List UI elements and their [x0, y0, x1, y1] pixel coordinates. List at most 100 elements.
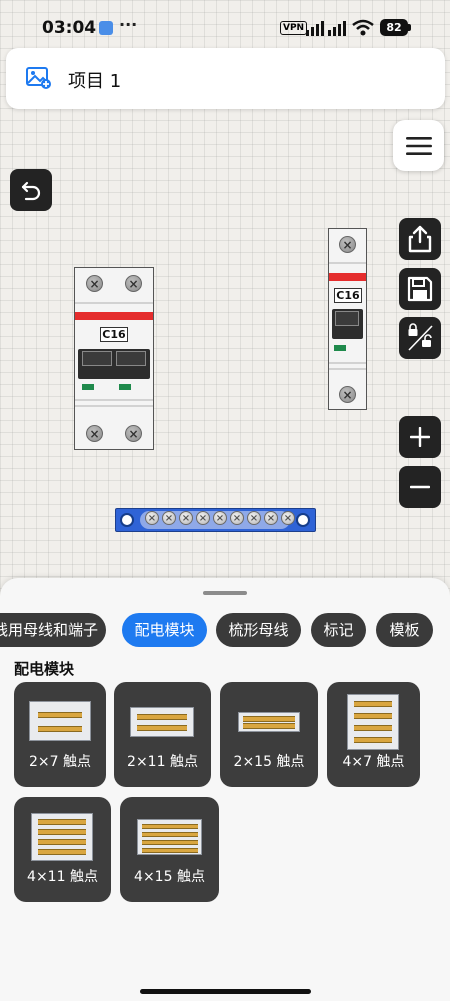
contact-row	[38, 726, 82, 732]
hamburger-menu-icon	[405, 136, 432, 155]
module-card-2x15[interactable]: 2×15 触点	[220, 682, 318, 787]
status-indicator	[119, 384, 131, 390]
terminal-screw: ×	[339, 236, 356, 253]
contact-row	[354, 701, 392, 707]
terminal-screw: ×	[86, 425, 103, 442]
contact-row	[243, 716, 295, 722]
project-title[interactable]: 项目 1	[68, 67, 121, 93]
breaker-rating: C16	[334, 288, 362, 303]
module-card-4x11[interactable]: 4×11 触点	[14, 797, 111, 902]
module-label: 2×7 触点	[29, 754, 91, 770]
tab-distribution-modules[interactable]: 配电模块	[122, 613, 207, 647]
battery-tip	[408, 24, 411, 31]
busbar-screw: ×	[264, 511, 278, 525]
terminal-screw: ×	[339, 386, 356, 403]
module-card-2x7[interactable]: 2×7 触点	[14, 682, 106, 787]
zoom-in-button[interactable]	[399, 416, 441, 458]
mounting-hole	[296, 513, 310, 527]
project-bar[interactable]: 项目 1	[6, 48, 445, 109]
undo-button[interactable]	[10, 169, 52, 211]
contact-row	[38, 829, 86, 835]
divider-line	[329, 368, 366, 370]
rating-band	[75, 312, 153, 320]
module-card-2x11[interactable]: 2×11 触点	[114, 682, 211, 787]
tab-labels[interactable]: 标记	[311, 613, 366, 647]
module-thumbnail	[347, 694, 399, 750]
save-button[interactable]	[399, 268, 441, 310]
mounting-hole	[120, 513, 134, 527]
contact-row	[137, 714, 187, 720]
terminal-screw: ×	[86, 275, 103, 292]
module-thumbnail	[238, 712, 300, 732]
busbar-screw: ×	[247, 511, 261, 525]
tab-label: 线用母线和端子	[0, 621, 98, 639]
breaker-toggle[interactable]	[332, 309, 363, 339]
contact-row	[137, 725, 187, 731]
terminal-busbar[interactable]: × × × × × × × × ×	[115, 508, 316, 532]
contact-row	[38, 712, 82, 718]
tab-busbars-terminals[interactable]: 线用母线和端子	[0, 613, 106, 647]
module-label: 2×11 触点	[127, 754, 198, 770]
terminal-screw: ×	[125, 425, 142, 442]
contact-row	[38, 849, 86, 855]
divider-line	[329, 362, 366, 364]
lock-unlock-icon	[408, 323, 433, 351]
status-time: 03:04	[42, 18, 97, 38]
module-card-4x7[interactable]: 4×7 触点	[327, 682, 420, 787]
toggle-lever	[116, 351, 146, 366]
tab-label: 梳形母线	[228, 621, 289, 639]
busbar-screw: ×	[179, 511, 193, 525]
image-add-icon[interactable]	[26, 66, 52, 90]
busbar-screw: ×	[230, 511, 244, 525]
module-label: 4×7 触点	[342, 754, 405, 770]
tab-comb-busbar[interactable]: 梳形母线	[216, 613, 301, 647]
contact-row	[38, 839, 86, 845]
module-label: 4×15 触点	[134, 869, 205, 885]
contact-row	[354, 725, 392, 731]
module-card-4x15[interactable]: 4×15 触点	[120, 797, 219, 902]
divider-line	[75, 405, 153, 407]
zoom-out-button[interactable]	[399, 466, 441, 508]
more-notifications-icon: ···	[119, 15, 138, 34]
toggle-lever	[335, 311, 359, 326]
terminal-screw: ×	[125, 275, 142, 292]
save-icon	[407, 276, 433, 302]
divider-line	[329, 262, 366, 264]
breaker-toggle[interactable]	[78, 349, 150, 379]
home-indicator[interactable]	[140, 989, 311, 994]
share-button[interactable]	[399, 218, 441, 260]
minus-icon	[410, 485, 430, 489]
circuit-breaker-2p[interactable]: × × C16 × ×	[74, 267, 154, 450]
tab-label: 配电模块	[134, 621, 195, 639]
breaker-rating: C16	[100, 327, 128, 342]
sheet-drag-handle[interactable]	[203, 591, 247, 595]
circuit-breaker-1p[interactable]: × C16 ×	[328, 228, 367, 410]
undo-icon	[21, 181, 41, 201]
module-thumbnail	[29, 701, 91, 741]
divider-line	[75, 399, 153, 401]
toggle-lever	[82, 351, 112, 366]
signal-icon	[306, 21, 346, 36]
contact-row	[354, 737, 392, 743]
lock-toggle-button[interactable]	[399, 317, 441, 359]
module-label: 4×11 触点	[27, 869, 98, 885]
module-thumbnail	[137, 819, 202, 855]
status-indicator	[334, 345, 346, 351]
busbar-screw: ×	[281, 511, 295, 525]
tab-label: 模板	[389, 621, 420, 639]
status-indicator	[82, 384, 94, 390]
divider-line	[75, 302, 153, 304]
busbar-screw: ×	[145, 511, 159, 525]
tab-templates[interactable]: 模板	[376, 613, 433, 647]
busbar-screw: ×	[196, 511, 210, 525]
busbar-screw: ×	[162, 511, 176, 525]
component-sheet[interactable]: 线用母线和端子 配电模块 梳形母线 标记 模板 配电模块 2×7 触点 2×11…	[0, 578, 450, 1001]
battery-level: 82	[380, 19, 408, 36]
module-thumbnail	[31, 813, 93, 861]
vpn-badge: VPN	[280, 21, 308, 35]
contact-row	[142, 848, 198, 853]
contact-row	[142, 832, 198, 837]
section-title: 配电模块	[14, 660, 75, 678]
contact-row	[38, 819, 86, 825]
menu-button[interactable]	[393, 120, 444, 171]
